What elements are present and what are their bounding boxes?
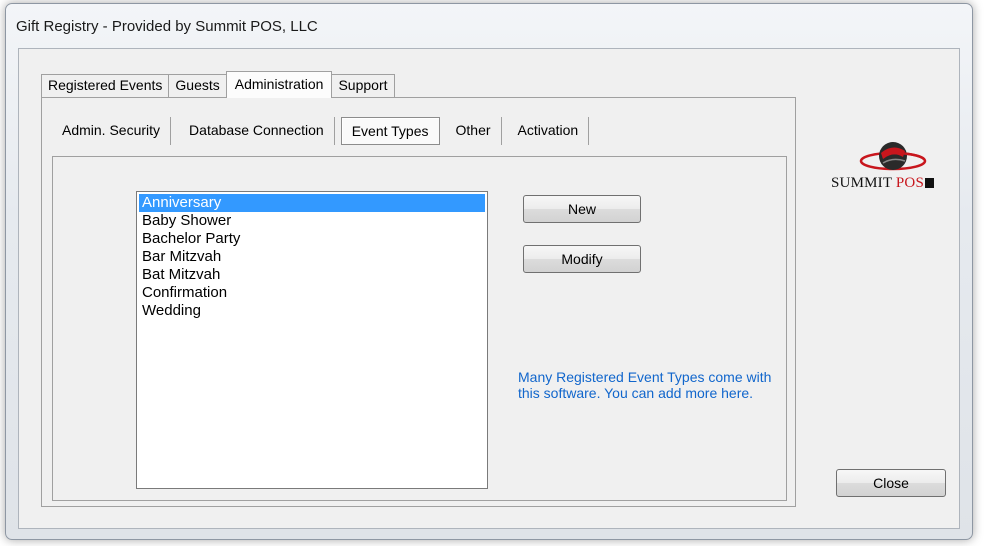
subtab-activation[interactable]: Activation <box>508 117 590 145</box>
window-title: Gift Registry - Provided by Summit POS, … <box>16 18 318 35</box>
list-item[interactable]: Anniversary <box>139 194 485 212</box>
logo-text-accent: POS <box>895 175 925 191</box>
client-area: Registered Events Guests Administration … <box>18 48 960 529</box>
subtab-event-types[interactable]: Event Types <box>340 117 440 145</box>
list-item[interactable]: Bachelor Party <box>139 230 485 248</box>
tab-registered-events[interactable]: Registered Events <box>41 74 170 97</box>
tab-guests[interactable]: Guests <box>168 74 227 97</box>
close-button[interactable]: Close <box>836 469 946 497</box>
tab-support[interactable]: Support <box>331 74 395 97</box>
list-item[interactable]: Wedding <box>139 302 485 320</box>
main-tabs: Registered Events Guests Administration … <box>41 71 395 98</box>
event-types-panel: Anniversary Baby Shower Bachelor Party B… <box>52 156 787 501</box>
list-item[interactable]: Bar Mitzvah <box>139 248 485 266</box>
subtab-admin-security[interactable]: Admin. Security <box>52 117 172 145</box>
summit-globe-icon <box>859 142 927 171</box>
logo-square-icon <box>925 178 935 188</box>
gift-registry-window: Gift Registry - Provided by Summit POS, … <box>5 3 973 540</box>
list-item[interactable]: Confirmation <box>139 284 485 302</box>
admin-subtabs: Admin. Security Database Connection Even… <box>52 116 590 146</box>
list-item[interactable]: Bat Mitzvah <box>139 266 485 284</box>
administration-tab-page: Admin. Security Database Connection Even… <box>41 97 796 507</box>
logo-text-main: SUMMIT <box>831 175 892 191</box>
list-item[interactable]: Baby Shower <box>139 212 485 230</box>
tab-administration[interactable]: Administration <box>225 71 333 98</box>
subtab-database-connection[interactable]: Database Connection <box>179 117 335 145</box>
subtab-other[interactable]: Other <box>446 117 502 145</box>
summit-pos-logo: SUMMIT POS <box>831 139 961 199</box>
title-bar[interactable]: Gift Registry - Provided by Summit POS, … <box>6 4 972 48</box>
modify-button[interactable]: Modify <box>523 245 641 273</box>
info-text: Many Registered Event Types come with th… <box>518 369 772 401</box>
event-types-listbox[interactable]: Anniversary Baby Shower Bachelor Party B… <box>136 191 488 489</box>
new-button[interactable]: New <box>523 195 641 223</box>
logo-wordmark: SUMMIT POS <box>831 175 961 192</box>
